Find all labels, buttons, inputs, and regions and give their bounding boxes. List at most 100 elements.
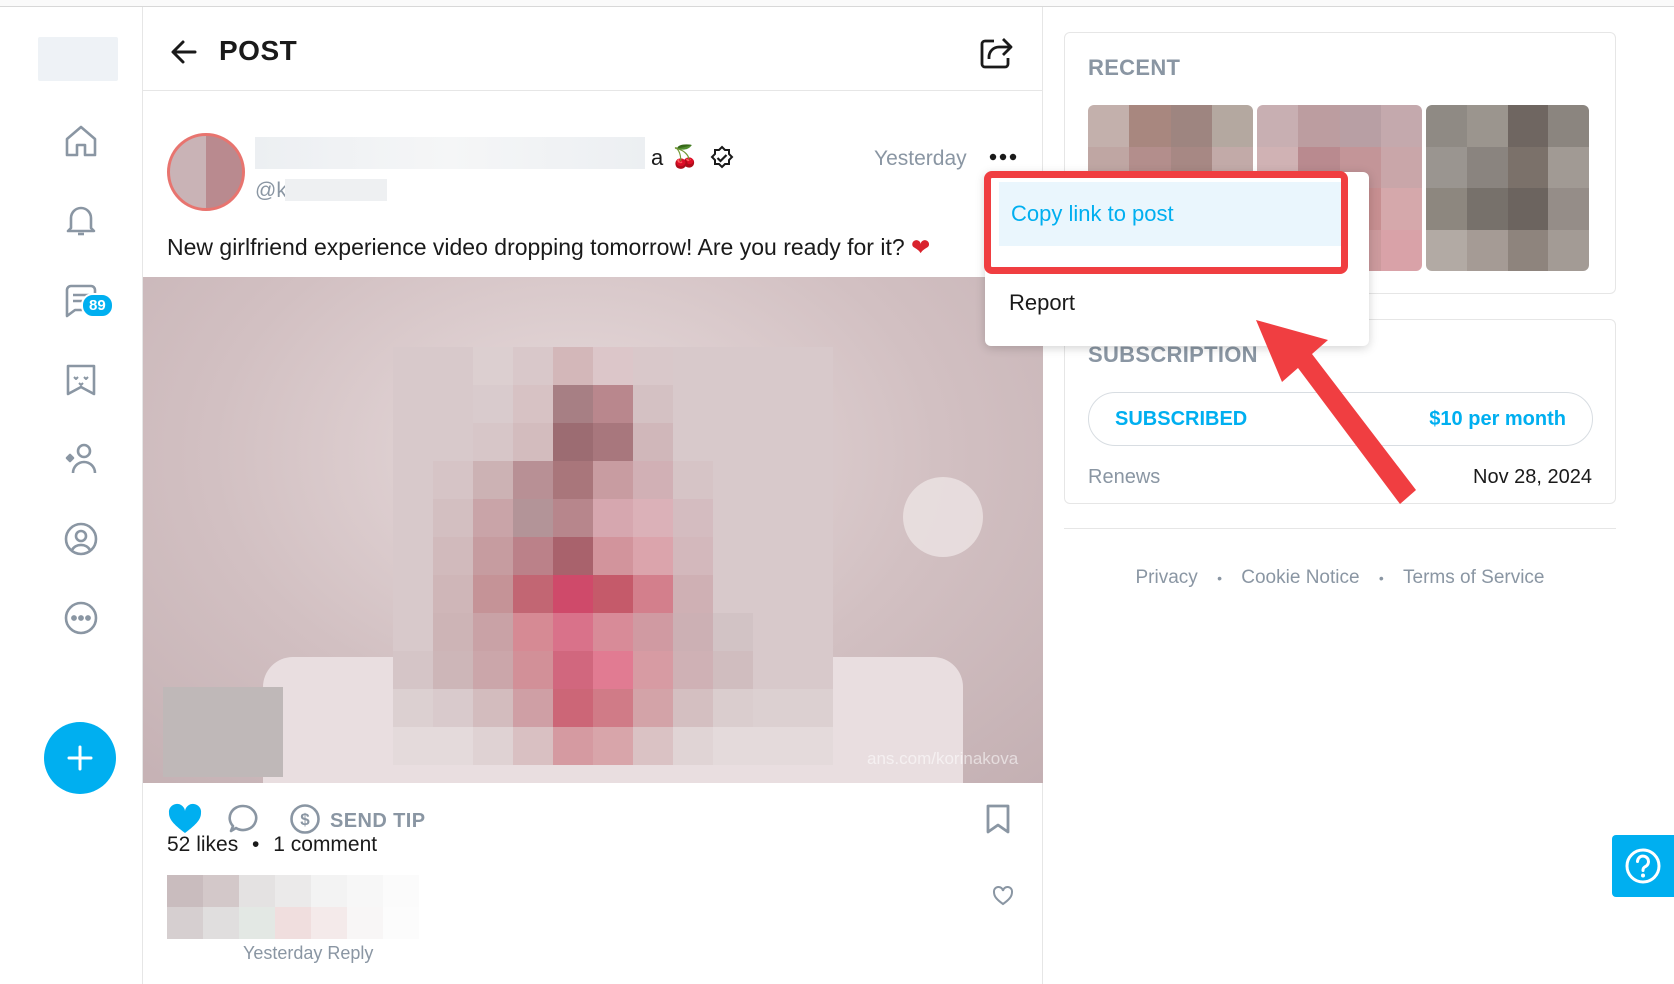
renews-date: Nov 28, 2024 [1473, 466, 1592, 488]
mosaic-tile [553, 651, 593, 689]
mosaic-tile [513, 651, 553, 689]
comment-like-icon[interactable] [992, 885, 1014, 907]
thumbnail-tile [1466, 105, 1508, 147]
more-options-icon[interactable] [60, 597, 102, 639]
mosaic-tile [473, 575, 513, 613]
privacy-link[interactable]: Privacy [1136, 567, 1198, 588]
plus-icon [67, 745, 93, 771]
mosaic-tile [793, 423, 833, 461]
red-heart-emoji: ❤ [911, 234, 931, 260]
mosaic-tile [633, 651, 673, 689]
mosaic-tile [433, 461, 473, 499]
mosaic-tile [433, 537, 473, 575]
author-name-suffix[interactable]: a [651, 145, 663, 171]
share-icon[interactable] [977, 33, 1015, 71]
mosaic-tile [713, 461, 753, 499]
more-horizontal-icon[interactable] [987, 147, 1019, 167]
comment-meta[interactable]: Yesterday Reply [243, 943, 373, 964]
footer-dot: • [1378, 570, 1384, 586]
thumbnail-tile [1426, 146, 1467, 188]
report-menu-item[interactable]: Report [1009, 290, 1075, 316]
mosaic-tile [513, 385, 553, 423]
mosaic-tile [513, 575, 553, 613]
thumbnail-tile [1380, 188, 1422, 230]
back-arrow-icon[interactable] [167, 35, 201, 69]
mosaic-tile [593, 537, 633, 575]
bell-icon[interactable] [60, 199, 102, 241]
mosaic-tile [793, 575, 833, 613]
comment-redacted [167, 875, 419, 939]
mosaic-tile [393, 689, 433, 727]
messages-badge: 89 [81, 293, 114, 318]
new-post-button[interactable] [44, 722, 116, 794]
mosaic-tile [673, 537, 713, 575]
footer-dot: • [1217, 570, 1222, 586]
comment-blur-tile [347, 875, 383, 907]
mosaic-tile [473, 499, 513, 537]
mosaic-tile [513, 499, 553, 537]
mosaic-tile [513, 613, 553, 651]
recent-thumbnail[interactable] [1426, 105, 1589, 271]
thumbnail-tile [1426, 105, 1467, 147]
logo[interactable] [38, 37, 118, 81]
mosaic-tile [473, 423, 513, 461]
likes-count[interactable]: 52 likes [167, 833, 238, 856]
post-media[interactable]: ans.com/korinakova [143, 277, 1043, 783]
comment-blur-tile [383, 907, 419, 939]
mosaic-tile [673, 613, 713, 651]
mosaic-tile [473, 461, 513, 499]
author-name-redacted[interactable] [255, 137, 645, 169]
mosaic-tile [433, 613, 473, 651]
annotation-arrow-icon [1256, 320, 1416, 504]
terms-of-service-link[interactable]: Terms of Service [1403, 567, 1544, 588]
stats-separator: • [252, 833, 260, 856]
mosaic-tile [673, 651, 713, 689]
recent-title: RECENT [1088, 55, 1181, 80]
mosaic-tile [473, 651, 513, 689]
mosaic-tile [633, 423, 673, 461]
subscription-status: SUBSCRIBED [1115, 408, 1248, 430]
thumbnail-tile [1507, 105, 1549, 147]
mosaic-tile [553, 423, 593, 461]
mosaic-tile [793, 689, 833, 727]
comment-blur-tile [167, 875, 203, 907]
mosaic-tile [793, 727, 833, 765]
send-tip-button[interactable]: SEND TIP [330, 810, 425, 833]
mosaic-tile [793, 347, 833, 385]
author-avatar[interactable] [167, 133, 245, 211]
cookie-notice-link[interactable]: Cookie Notice [1241, 567, 1359, 588]
author-handle[interactable]: @k [255, 179, 287, 203]
mosaic-tile [753, 347, 793, 385]
thumbnail-tile [1507, 146, 1549, 188]
mosaic-tile [433, 499, 473, 537]
comments-count[interactable]: 1 comment [273, 833, 377, 856]
mosaic-tile [513, 689, 553, 727]
comment-blur-tile [347, 907, 383, 939]
dollar-circle-icon[interactable]: $ [289, 803, 321, 835]
mosaic-tile [513, 727, 553, 765]
thumbnail-tile [1380, 229, 1422, 271]
heart-filled-icon[interactable] [167, 803, 203, 835]
thumbnail-tile [1548, 105, 1589, 147]
home-icon[interactable] [60, 120, 102, 162]
mosaic-tile [593, 385, 633, 423]
mosaic-tile [553, 613, 593, 651]
profile-icon[interactable] [60, 518, 102, 560]
author-handle-redacted [285, 179, 387, 201]
mosaic-tile [633, 461, 673, 499]
collections-icon[interactable] [60, 359, 102, 401]
comment-blur-tile [311, 907, 347, 939]
mosaic-tile [433, 385, 473, 423]
mosaic-tile [553, 385, 593, 423]
mosaic-tile [393, 651, 433, 689]
bookmark-icon[interactable] [983, 803, 1013, 835]
mosaic-tile [713, 385, 753, 423]
page-title: POST [219, 35, 298, 66]
comment-icon[interactable] [227, 803, 259, 835]
comment-blur-tile [167, 907, 203, 939]
cherry-emoji: 🍒 [671, 144, 699, 169]
mosaic-tile [793, 613, 833, 651]
subscriptions-icon[interactable] [60, 438, 102, 480]
help-button[interactable] [1612, 835, 1674, 897]
thumbnail-tile [1298, 105, 1340, 147]
